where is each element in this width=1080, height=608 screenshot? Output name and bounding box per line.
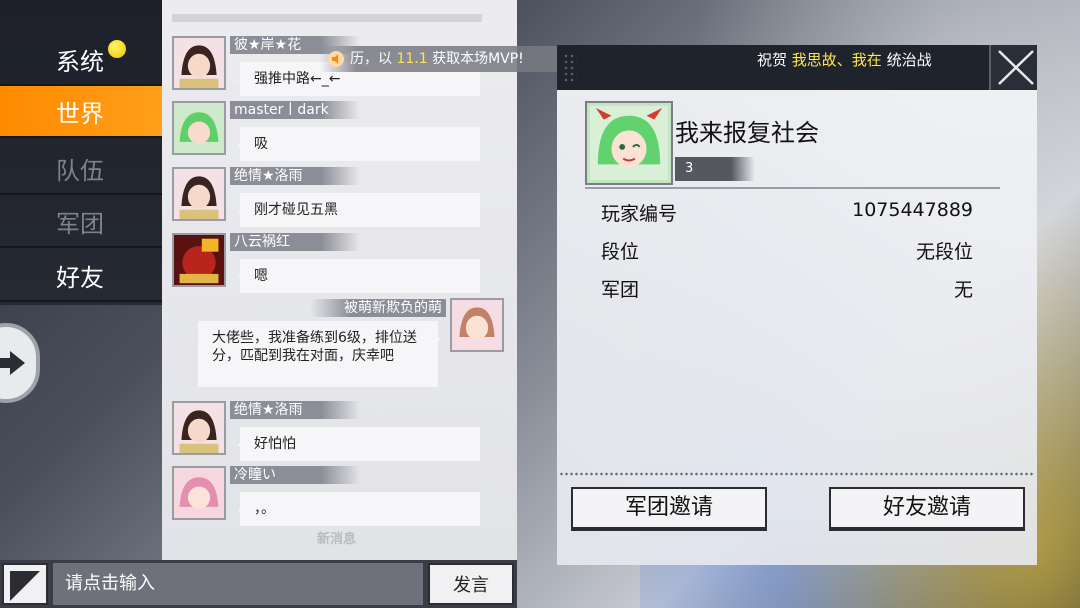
player-level: 3: [675, 157, 755, 181]
sender-name: master丨dark: [230, 101, 360, 119]
legion-label: 军团: [601, 279, 640, 301]
profile-header: 祝贺 我思故、我在 统治战: [557, 45, 1037, 90]
arrow-right-icon: [0, 351, 25, 375]
player-id-label: 玩家编号: [601, 203, 678, 225]
chat-input[interactable]: 请点击输入: [53, 563, 423, 605]
expand-arrow-button[interactable]: [0, 323, 40, 403]
avatar[interactable]: [172, 233, 226, 287]
sidebar-item-label: 队伍: [56, 156, 104, 185]
marquee-highlight: 我思故、我在: [791, 51, 882, 69]
sidebar-item-system[interactable]: 系统: [0, 34, 162, 86]
player-profile-panel: 祝贺 我思故、我在 统治战 我来报复社会 3 玩家编号 1075447889 段…: [557, 45, 1037, 565]
sidebar-item-label: 好友: [56, 263, 104, 292]
banner-text-pre: 历，以: [350, 51, 392, 67]
close-button[interactable]: [989, 45, 1037, 90]
message-bubble: 刚才碰见五黑: [238, 193, 480, 227]
banner-text-post: 获取本场MVP!: [432, 51, 524, 67]
chat-list[interactable]: 彼★岸★花 强推中路←_← master丨dark 吸 绝情★洛雨 刚才碰见五黑…: [162, 0, 517, 560]
new-message-indicator[interactable]: 新消息: [317, 528, 356, 547]
sidebar-item-team[interactable]: 队伍: [0, 143, 162, 195]
corner-triangle-icon: [10, 571, 40, 601]
rank-label: 段位: [601, 241, 640, 263]
sidebar-item-world[interactable]: 世界: [0, 86, 162, 138]
message-bubble: 嗯: [238, 259, 480, 293]
profile-avatar[interactable]: [585, 101, 673, 185]
message-bubble: 吸: [238, 127, 480, 161]
message-bubble: 好怕怕: [238, 427, 480, 461]
avatar[interactable]: [172, 401, 226, 455]
rank-value: 无段位: [915, 241, 973, 263]
message-bubble: 大佬些，我准备练到6级，排位送分，匹配到我在对面，庆幸吧: [198, 321, 440, 387]
keyboard-toggle-button[interactable]: [2, 563, 48, 605]
avatar[interactable]: [172, 466, 226, 520]
speaker-icon: [328, 51, 344, 67]
sender-name: 绝情★洛雨: [230, 167, 360, 185]
sidebar-item-label: 系统: [56, 47, 104, 76]
message-bubble: ，。: [238, 492, 480, 526]
legion-invite-button[interactable]: 军团邀请: [571, 487, 767, 531]
banner-number: 11.1: [396, 51, 428, 67]
send-button[interactable]: 发言: [428, 563, 514, 605]
channel-sidebar: 系统 世界 队伍 军团 好友: [0, 0, 162, 305]
dots-decoration: [563, 53, 577, 83]
legion-value: 无: [953, 279, 973, 301]
avatar[interactable]: [172, 36, 226, 90]
avatar[interactable]: [450, 298, 504, 352]
close-icon: [998, 50, 1034, 85]
player-name: 我来报复社会: [675, 119, 819, 147]
sidebar-item-label: 世界: [56, 99, 104, 128]
chat-header-bar: [172, 14, 482, 22]
marquee-text: 祝贺 我思故、我在 统治战: [757, 45, 947, 90]
friend-invite-button[interactable]: 好友邀请: [829, 487, 1025, 531]
marquee-pre: 祝贺: [757, 51, 788, 69]
sidebar-item-label: 军团: [56, 209, 104, 238]
marquee-post: 统治战: [886, 51, 932, 69]
sender-name: 绝情★洛雨: [230, 401, 360, 419]
sidebar-item-legion[interactable]: 军团: [0, 196, 162, 248]
sender-name: 被萌新欺负的萌: [310, 299, 446, 317]
avatar[interactable]: [172, 101, 226, 155]
player-id-value: 1075447889: [852, 199, 973, 221]
notification-dot-icon: [108, 40, 126, 58]
mvp-banner: 历，以 11.1 获取本场MVP!: [320, 46, 564, 72]
divider: [585, 187, 1000, 189]
sender-name: 八云祸红: [230, 233, 360, 251]
sender-name: 冷瞳い: [230, 466, 360, 484]
sidebar-item-friends[interactable]: 好友: [0, 250, 162, 302]
avatar[interactable]: [172, 167, 226, 221]
dotted-divider: [559, 472, 1035, 476]
